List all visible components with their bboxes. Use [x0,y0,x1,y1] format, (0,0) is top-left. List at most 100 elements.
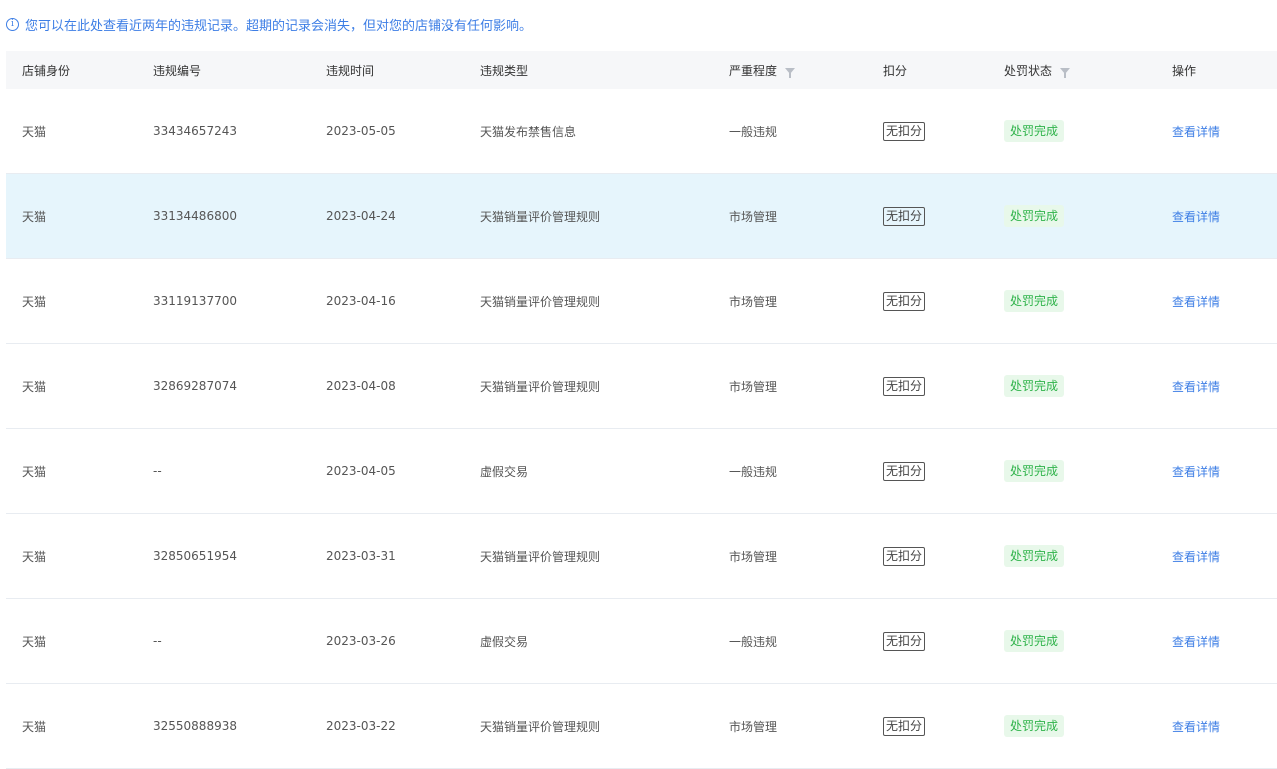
filter-icon[interactable] [1060,68,1071,78]
table-row: 天猫 33119137700 2023-04-16 天猫销量评价管理规则 市场管… [6,259,1277,344]
cell-severity: 一般违规 [729,464,778,479]
deduct-tag: 无扣分 [883,546,926,566]
table-row: 天猫 32550888938 2023-03-22 天猫销量评价管理规则 市场管… [6,684,1277,769]
cell-action: 查看详情 [1172,378,1277,395]
cell-type: 虚假交易 [480,464,529,479]
cell-violation-id: 33119137700 [153,294,237,308]
cell-status: 处罚完成 [1004,375,1172,397]
cell-status: 处罚完成 [1004,715,1172,737]
view-detail-link[interactable]: 查看详情 [1172,210,1220,224]
deduct-tag: 无扣分 [883,376,926,396]
cell-violation-id: 33134486800 [153,209,237,223]
cell-identity: 天猫 [22,634,47,649]
cell-type: 天猫销量评价管理规则 [480,294,601,309]
column-header-type: 违规类型 [480,62,729,79]
cell-severity: 市场管理 [729,294,778,309]
cell-violation-id: 32850651954 [153,549,237,563]
cell-action: 查看详情 [1172,548,1277,565]
deduct-tag: 无扣分 [883,461,926,481]
cell-date: 2023-04-24 [326,209,396,223]
cell-deduct: 无扣分 [883,461,1004,481]
cell-deduct: 无扣分 [883,376,1004,396]
status-badge: 处罚完成 [1004,290,1065,312]
column-header-deduct: 扣分 [883,62,1004,79]
view-detail-link[interactable]: 查看详情 [1172,380,1220,394]
column-label: 违规类型 [480,63,529,78]
cell-date: 2023-04-16 [326,294,396,308]
cell-action: 查看详情 [1172,718,1277,735]
cell-date: 2023-04-08 [326,379,396,393]
notice-text: 您可以在此处查看近两年的违规记录。超期的记录会消失，但对您的店铺没有任何影响。 [25,18,533,34]
table-row: 天猫 33434657243 2023-05-05 天猫发布禁售信息 一般违规 … [6,89,1277,174]
cell-action: 查看详情 [1172,293,1277,310]
table-row: 天猫 33134486800 2023-04-24 天猫销量评价管理规则 市场管… [6,174,1277,259]
cell-status: 处罚完成 [1004,460,1172,482]
table-body: 天猫 33434657243 2023-05-05 天猫发布禁售信息 一般违规 … [6,89,1277,769]
cell-type: 虚假交易 [480,634,529,649]
column-label: 操作 [1172,63,1197,78]
cell-violation-id: 32869287074 [153,379,237,393]
cell-identity: 天猫 [22,379,47,394]
column-label: 处罚状态 [1004,63,1053,78]
view-detail-link[interactable]: 查看详情 [1172,720,1220,734]
cell-deduct: 无扣分 [883,716,1004,736]
cell-date: 2023-04-05 [326,464,396,478]
cell-status: 处罚完成 [1004,545,1172,567]
cell-type: 天猫销量评价管理规则 [480,209,601,224]
cell-severity: 市场管理 [729,719,778,734]
column-label: 店铺身份 [22,63,71,78]
cell-severity: 一般违规 [729,124,778,139]
cell-date: 2023-03-31 [326,549,396,563]
cell-identity: 天猫 [22,209,47,224]
cell-status: 处罚完成 [1004,630,1172,652]
cell-deduct: 无扣分 [883,206,1004,226]
view-detail-link[interactable]: 查看详情 [1172,125,1220,139]
cell-identity: 天猫 [22,719,47,734]
column-header-date: 违规时间 [326,62,480,79]
cell-action: 查看详情 [1172,123,1277,140]
notice-banner: i 您可以在此处查看近两年的违规记录。超期的记录会消失，但对您的店铺没有任何影响… [6,14,532,34]
status-badge: 处罚完成 [1004,630,1065,652]
cell-severity: 市场管理 [729,549,778,564]
cell-status: 处罚完成 [1004,290,1172,312]
status-badge: 处罚完成 [1004,205,1065,227]
cell-identity: 天猫 [22,549,47,564]
cell-action: 查看详情 [1172,463,1277,480]
column-label: 严重程度 [729,63,778,78]
cell-date: 2023-05-05 [326,124,396,138]
table-row: 天猫 -- 2023-04-05 虚假交易 一般违规 无扣分 处罚完成 查看详情 [6,429,1277,514]
view-detail-link[interactable]: 查看详情 [1172,465,1220,479]
view-detail-link[interactable]: 查看详情 [1172,550,1220,564]
cell-deduct: 无扣分 [883,631,1004,651]
cell-severity: 市场管理 [729,209,778,224]
cell-severity: 市场管理 [729,379,778,394]
cell-deduct: 无扣分 [883,291,1004,311]
cell-action: 查看详情 [1172,208,1277,225]
status-badge: 处罚完成 [1004,460,1065,482]
column-label: 违规时间 [326,63,375,78]
deduct-tag: 无扣分 [883,121,926,141]
deduct-tag: 无扣分 [883,206,926,226]
column-header-status: 处罚状态 [1004,62,1172,79]
cell-action: 查看详情 [1172,633,1277,650]
cell-type: 天猫销量评价管理规则 [480,549,601,564]
view-detail-link[interactable]: 查看详情 [1172,295,1220,309]
filter-icon[interactable] [785,68,796,78]
cell-type: 天猫发布禁售信息 [480,124,577,139]
table-header: 店铺身份 违规编号 违规时间 违规类型 严重程度 扣分 处罚状态 操作 [6,51,1277,89]
cell-date: 2023-03-22 [326,719,396,733]
view-detail-link[interactable]: 查看详情 [1172,635,1220,649]
column-header-id: 违规编号 [153,62,326,79]
deduct-tag: 无扣分 [883,291,926,311]
cell-identity: 天猫 [22,124,47,139]
cell-violation-id: -- [153,634,162,648]
cell-violation-id: 32550888938 [153,719,237,733]
column-header-severity: 严重程度 [729,62,883,79]
status-badge: 处罚完成 [1004,120,1065,142]
status-badge: 处罚完成 [1004,545,1065,567]
cell-deduct: 无扣分 [883,121,1004,141]
cell-status: 处罚完成 [1004,205,1172,227]
violation-table: 店铺身份 违规编号 违规时间 违规类型 严重程度 扣分 处罚状态 操作 天猫 3… [6,51,1277,769]
cell-identity: 天猫 [22,464,47,479]
column-header-identity: 店铺身份 [6,62,153,79]
